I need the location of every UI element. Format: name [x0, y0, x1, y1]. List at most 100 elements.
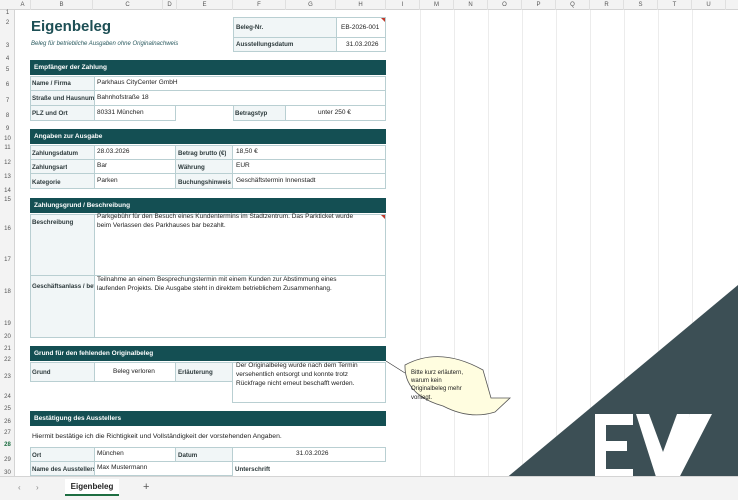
- row-header[interactable]: 8: [0, 113, 15, 119]
- description-label: Beschreibung: [32, 219, 74, 226]
- corner-triangle: [480, 285, 738, 500]
- row-header[interactable]: 5: [0, 67, 15, 73]
- occasion-line: laufenden Projekts. Die Ausgabe steht in…: [97, 285, 332, 292]
- booking-note-label: Buchungshinweis: [178, 179, 231, 186]
- description-line: beim Verlassen des Parkhauses bar bezahl…: [97, 222, 226, 229]
- column-header[interactable]: S: [624, 0, 658, 10]
- column-header[interactable]: D: [163, 0, 177, 10]
- row-header[interactable]: 23: [0, 374, 15, 380]
- column-header[interactable]: T: [658, 0, 692, 10]
- column-header[interactable]: B: [31, 0, 93, 10]
- payment-date-value: 28.03.2026: [97, 148, 130, 155]
- place-label: Ort: [32, 452, 42, 459]
- row-header[interactable]: 18: [0, 289, 15, 295]
- row-header[interactable]: 16: [0, 226, 15, 232]
- currency-select[interactable]: [232, 159, 386, 174]
- prev-sheet-button[interactable]: ‹: [18, 483, 21, 492]
- comment-callout[interactable]: Bitte kurz erläutern, warum kein Origina…: [411, 369, 481, 402]
- row-header[interactable]: 9: [0, 126, 15, 132]
- row-header[interactable]: 24: [0, 394, 15, 400]
- page-subtitle: Beleg für betriebliche Ausgaben ohne Ori…: [31, 41, 179, 47]
- explanation-line: versehentlich entsorgt und konnte trotz: [236, 371, 349, 378]
- occasion-label: Geschäftsanlass / betrieblicher Zweck: [32, 283, 94, 290]
- row-header[interactable]: 20: [0, 334, 15, 340]
- payment-method-value: Bar: [97, 162, 108, 169]
- row-header[interactable]: 25: [0, 406, 15, 412]
- signature-label: Unterschrift: [235, 466, 271, 473]
- gridline: [522, 10, 523, 476]
- add-sheet-button[interactable]: +: [143, 481, 149, 493]
- gross-amount-value: 18,50 €: [236, 148, 258, 155]
- page-title: Eigenbeleg: [31, 18, 112, 35]
- row-header[interactable]: 29: [0, 457, 15, 463]
- column-header[interactable]: R: [590, 0, 624, 10]
- row-header[interactable]: 4: [0, 56, 15, 62]
- amount-type-label: Betragstyp: [235, 110, 268, 117]
- column-header[interactable]: O: [488, 0, 522, 10]
- gridline: [590, 10, 591, 476]
- column-header[interactable]: E: [177, 0, 233, 10]
- name-value: Parkhaus CityCenter GmbH: [97, 79, 178, 86]
- row-header[interactable]: 13: [0, 174, 15, 180]
- section-header-reason: Zahlungsgrund / Beschreibung: [30, 198, 386, 213]
- confirm-date-label: Datum: [178, 452, 198, 459]
- row-header[interactable]: 12: [0, 160, 15, 166]
- row-header[interactable]: 14: [0, 188, 15, 194]
- gross-amount-label: Betrag brutto (€): [178, 150, 227, 157]
- explanation-line: Der Originalbeleg wurde nach dem Termin: [236, 362, 358, 369]
- column-header[interactable]: F: [233, 0, 286, 10]
- next-sheet-button[interactable]: ›: [36, 483, 39, 492]
- column-header[interactable]: M: [420, 0, 454, 10]
- column-header[interactable]: P: [522, 0, 556, 10]
- row-header[interactable]: 26: [0, 419, 15, 425]
- name-label: Name / Firma: [32, 80, 71, 87]
- missing-reason-value: Beleg verloren: [113, 368, 155, 375]
- payment-date-label: Zahlungsdatum: [32, 150, 79, 157]
- brand-logo: [595, 414, 712, 480]
- column-header[interactable]: N: [454, 0, 488, 10]
- receipt-number-value: EB-2026-001: [341, 24, 380, 31]
- street-value: Bahnhofstraße 18: [97, 94, 149, 101]
- row-header[interactable]: 17: [0, 257, 15, 263]
- row-header[interactable]: 10: [0, 136, 15, 142]
- explanation-label: Erläuterung: [178, 369, 213, 376]
- occasion-line: Teilnahme an einem Besprechungstermin mi…: [97, 276, 337, 283]
- sheet-tab-eigenbeleg[interactable]: Eigenbeleg: [65, 479, 119, 496]
- column-header[interactable]: C: [93, 0, 163, 10]
- issue-date-label: Ausstellungsdatum: [236, 41, 294, 48]
- row-header[interactable]: 3: [0, 43, 15, 49]
- currency-value: EUR: [236, 162, 250, 169]
- row-header[interactable]: 1: [0, 10, 15, 16]
- gridline: [454, 10, 455, 476]
- category-label: Kategorie: [32, 179, 61, 186]
- booking-note-value: Geschäftstermin Innenstadt: [236, 177, 316, 184]
- row-header[interactable]: 15: [0, 197, 15, 203]
- column-header[interactable]: H: [336, 0, 386, 10]
- row-header[interactable]: 22: [0, 357, 15, 363]
- row-header[interactable]: 11: [0, 145, 15, 151]
- row-header[interactable]: 7: [0, 98, 15, 104]
- plz-value: 80331 München: [97, 109, 144, 116]
- row-header[interactable]: 21: [0, 346, 15, 352]
- column-header[interactable]: G: [286, 0, 336, 10]
- row-header[interactable]: 27: [0, 430, 15, 436]
- column-header[interactable]: A: [15, 0, 31, 10]
- gridline: [420, 10, 421, 476]
- comment-indicator: [381, 215, 385, 219]
- column-header[interactable]: Q: [556, 0, 590, 10]
- explanation-line: Rückfrage nicht erneut beschafft werden.: [236, 380, 355, 387]
- row-header[interactable]: 19: [0, 321, 15, 327]
- row-header[interactable]: 2: [0, 20, 15, 26]
- column-header[interactable]: U: [692, 0, 726, 10]
- issue-date-value: 31.03.2026: [346, 41, 379, 48]
- row-header[interactable]: 6: [0, 82, 15, 88]
- row-header-bar: 1 2 3 4 5 6 7 8 9 10 11 12 13 14 15 16 1…: [0, 10, 15, 476]
- amount-type-value: unter 250 €: [318, 109, 351, 116]
- section-header-recipient: Empfänger der Zahlung: [30, 60, 386, 75]
- comment-indicator: [381, 18, 385, 22]
- row-header[interactable]: 28: [0, 442, 15, 448]
- place-value: München: [97, 450, 124, 457]
- column-header[interactable]: I: [386, 0, 420, 10]
- confirm-date-value: 31.03.2026: [296, 450, 329, 457]
- issuer-label: Name des Ausstellers: [32, 466, 97, 473]
